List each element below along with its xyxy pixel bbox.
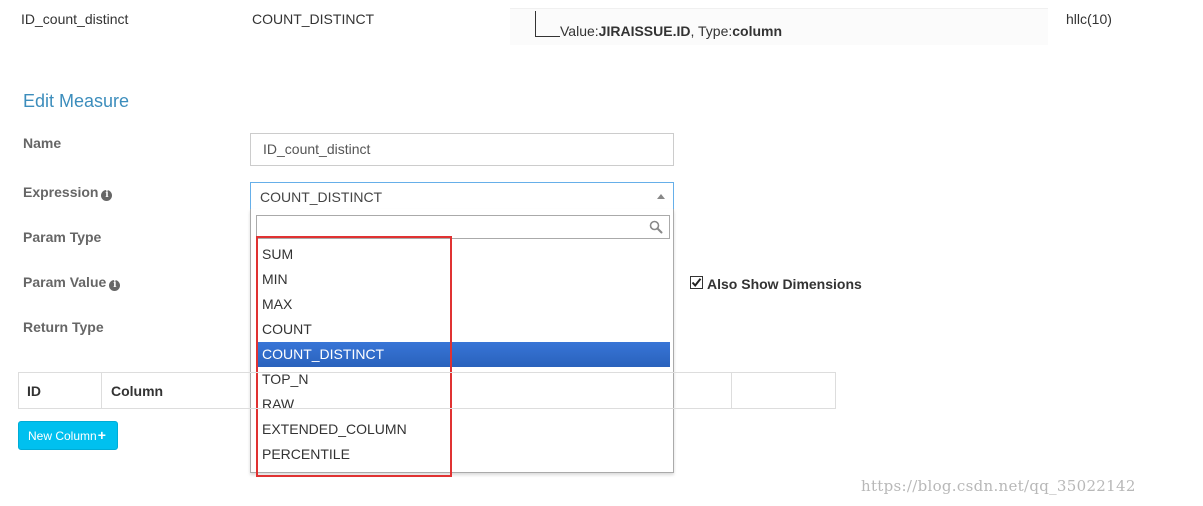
dropdown-search-input[interactable] [256, 215, 670, 239]
table-divider [731, 373, 732, 408]
option-max[interactable]: MAX [256, 292, 670, 317]
plus-icon: + [97, 427, 106, 443]
info-icon[interactable]: i [101, 190, 113, 201]
new-column-button[interactable]: New Column+ [18, 421, 118, 450]
measure-row-param: Value:JIRAISSUE.ID, Type:column [560, 23, 783, 39]
expression-select[interactable]: COUNT_DISTINCT [250, 182, 674, 210]
caret-up-icon [657, 194, 665, 199]
option-sum[interactable]: SUM [256, 242, 670, 267]
param-value-text: JIRAISSUE.ID [598, 23, 691, 39]
option-count-distinct[interactable]: COUNT_DISTINCT [256, 342, 670, 367]
table-header-id: ID [27, 383, 41, 399]
option-percentile[interactable]: PERCENTILE [256, 442, 670, 467]
table-header-column: Column [111, 383, 164, 399]
search-icon [649, 220, 663, 234]
return-type-label: Return Type [23, 319, 104, 335]
watermark: https://blog.csdn.net/qq_35022142 [861, 477, 1136, 495]
measure-row-return-type: hllc(10) [1066, 11, 1112, 27]
check-icon [691, 278, 702, 288]
param-type-text: column [732, 23, 783, 39]
edit-measure-title: Edit Measure [23, 91, 130, 111]
columns-table: ID Column [18, 372, 836, 409]
param-value-label: Param Value i [23, 274, 121, 291]
param-type-label: Param Type [23, 229, 102, 245]
option-min[interactable]: MIN [256, 267, 670, 292]
also-show-dimensions-label: Also Show Dimensions [707, 276, 862, 292]
also-show-dimensions-checkbox[interactable] [690, 276, 703, 289]
option-count[interactable]: COUNT [256, 317, 670, 342]
measure-name-input[interactable]: ID_count_distinct [250, 133, 674, 166]
expression-dropdown: SUM MIN MAX COUNT COUNT_DISTINCT TOP_N R… [250, 209, 674, 473]
table-divider [101, 373, 102, 408]
name-label: Name [23, 135, 62, 151]
tree-connector [535, 11, 560, 37]
measure-row-name: ID_count_distinct [21, 11, 129, 27]
info-icon[interactable]: i [109, 280, 121, 291]
dropdown-options: SUM MIN MAX COUNT COUNT_DISTINCT TOP_N R… [256, 242, 670, 467]
measure-row-expression: COUNT_DISTINCT [252, 11, 375, 27]
option-extended-column[interactable]: EXTENDED_COLUMN [256, 417, 670, 442]
expression-label: Expression i [23, 184, 113, 201]
expression-select-value: COUNT_DISTINCT [260, 189, 383, 205]
